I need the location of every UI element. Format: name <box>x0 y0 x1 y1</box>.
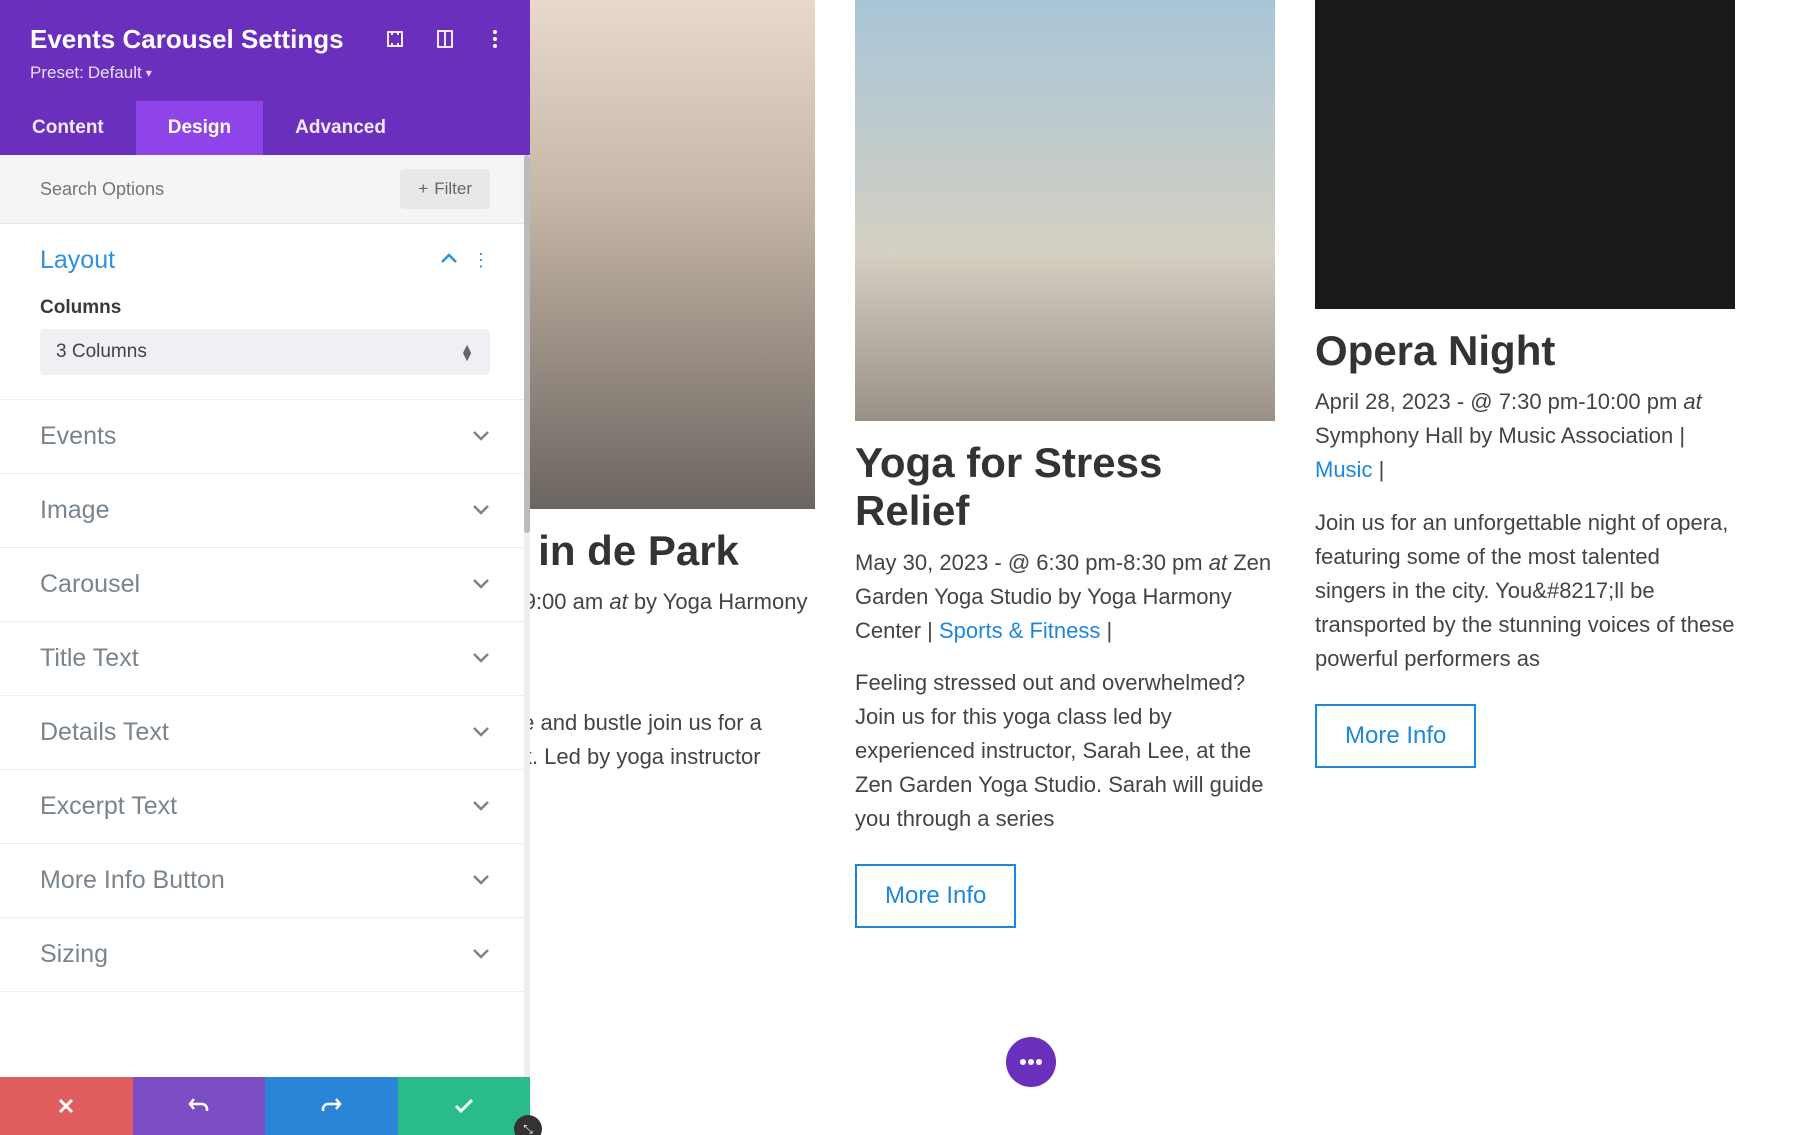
event-meta: May 30, 2023 - @ 6:30 pm-8:30 pm at Zen … <box>855 546 1275 648</box>
caret-down-icon: ▾ <box>146 66 152 80</box>
event-meta: April 28, 2023 - @ 7:30 pm-10:00 pm at S… <box>1315 385 1735 487</box>
section-title: Details Text <box>40 718 169 747</box>
kebab-menu-icon[interactable]: ⋮ <box>472 250 490 271</box>
section-title: Layout <box>40 246 115 275</box>
fab-more-icon[interactable] <box>1006 1037 1056 1087</box>
filter-button[interactable]: + Filter <box>400 169 490 209</box>
chevron-down-icon <box>472 428 490 446</box>
section-carousel: Carousel <box>0 548 530 622</box>
section-header-title-text[interactable]: Title Text <box>0 622 530 695</box>
chevron-down-icon <box>472 798 490 816</box>
section-header-events[interactable]: Events <box>0 400 530 473</box>
section-header-carousel[interactable]: Carousel <box>0 548 530 621</box>
sections-list[interactable]: Layout ⋮ Columns 3 Columns ▲▼ Events <box>0 224 530 1077</box>
event-title: Opera Night <box>1315 327 1735 375</box>
section-title: More Info Button <box>40 866 225 895</box>
more-info-button[interactable]: More Info <box>1315 704 1476 768</box>
preset-selector[interactable]: Preset: Default ▾ <box>30 63 500 83</box>
event-at: at <box>1683 389 1701 414</box>
section-header-more-info[interactable]: More Info Button <box>0 844 530 917</box>
responsive-icon[interactable] <box>434 28 456 50</box>
separator: | <box>1372 457 1384 482</box>
event-title: Yoga for Stress Relief <box>855 439 1275 536</box>
select-arrows-icon: ▲▼ <box>460 344 474 361</box>
chevron-down-icon <box>472 724 490 742</box>
section-header-details-text[interactable]: Details Text <box>0 696 530 769</box>
section-header-excerpt-text[interactable]: Excerpt Text <box>0 770 530 843</box>
chevron-down-icon <box>472 650 490 668</box>
separator: | <box>1100 618 1112 643</box>
section-title: Excerpt Text <box>40 792 177 821</box>
chevron-down-icon <box>472 576 490 594</box>
chevron-down-icon <box>472 946 490 964</box>
columns-select[interactable]: 3 Columns ▲▼ <box>40 329 490 375</box>
section-title: Carousel <box>40 570 140 599</box>
section-title: Image <box>40 496 109 525</box>
event-date: April 28, 2023 - @ 7:30 pm-10:00 pm <box>1315 389 1683 414</box>
section-title: Title Text <box>40 644 139 673</box>
columns-label: Columns <box>40 297 490 319</box>
section-header-image[interactable]: Image <box>0 474 530 547</box>
section-layout: Layout ⋮ Columns 3 Columns ▲▼ <box>0 224 530 400</box>
event-at: at <box>609 589 627 614</box>
panel-footer <box>0 1077 530 1135</box>
section-events: Events <box>0 400 530 474</box>
kebab-menu-icon[interactable] <box>484 28 506 50</box>
section-header-sizing[interactable]: Sizing <box>0 918 530 991</box>
event-image <box>855 0 1275 421</box>
scrollbar[interactable] <box>524 224 530 1077</box>
search-input[interactable] <box>40 179 400 200</box>
event-date: May 30, 2023 - @ 6:30 pm-8:30 pm <box>855 550 1209 575</box>
scrollbar-thumb[interactable] <box>524 224 530 533</box>
tab-content[interactable]: Content <box>0 101 136 155</box>
close-button[interactable] <box>0 1077 133 1135</box>
preset-prefix: Preset: <box>30 63 84 83</box>
chevron-down-icon <box>472 872 490 890</box>
columns-value: 3 Columns <box>56 341 147 363</box>
tab-design[interactable]: Design <box>136 101 263 155</box>
event-location: Symphony Hall by Music Association | <box>1315 423 1685 448</box>
redo-button[interactable] <box>265 1077 398 1135</box>
section-sizing: Sizing <box>0 918 530 992</box>
settings-panel: Events Carousel Settings Preset: Default… <box>0 0 530 1135</box>
event-at: at <box>1209 550 1227 575</box>
event-category-link[interactable]: Music <box>1315 457 1372 482</box>
chevron-up-icon <box>440 252 458 270</box>
event-excerpt: Feeling stressed out and overwhelmed? Jo… <box>855 666 1275 836</box>
undo-button[interactable] <box>133 1077 266 1135</box>
more-info-button[interactable]: More Info <box>855 864 1016 928</box>
section-excerpt-text: Excerpt Text <box>0 770 530 844</box>
event-card: Opera Night April 28, 2023 - @ 7:30 pm-1… <box>1315 0 1735 928</box>
filter-label: Filter <box>434 179 472 199</box>
expand-icon[interactable] <box>384 28 406 50</box>
section-title: Events <box>40 422 116 451</box>
resize-handle-icon[interactable]: ⤡ <box>514 1115 542 1135</box>
tab-advanced[interactable]: Advanced <box>263 101 418 155</box>
carousel-preview: e Walk in de Park - @ 7:00 am-9:00 am at… <box>530 0 1800 928</box>
section-title-text: Title Text <box>0 622 530 696</box>
chevron-down-icon <box>472 502 490 520</box>
event-card: Yoga for Stress Relief May 30, 2023 - @ … <box>855 0 1275 928</box>
search-row: + Filter <box>0 155 530 224</box>
section-title: Sizing <box>40 940 108 969</box>
event-category-link[interactable]: Sports & Fitness <box>939 618 1100 643</box>
event-image <box>1315 0 1735 309</box>
section-header-layout[interactable]: Layout ⋮ <box>0 224 530 297</box>
panel-header: Events Carousel Settings Preset: Default… <box>0 0 530 101</box>
tabs: Content Design Advanced <box>0 101 530 155</box>
section-details-text: Details Text <box>0 696 530 770</box>
section-more-info: More Info Button <box>0 844 530 918</box>
section-image: Image <box>0 474 530 548</box>
preset-value: Default <box>88 63 142 83</box>
event-excerpt: Join us for an unforgettable night of op… <box>1315 506 1735 676</box>
plus-icon: + <box>418 179 428 199</box>
save-button[interactable] <box>398 1077 531 1135</box>
